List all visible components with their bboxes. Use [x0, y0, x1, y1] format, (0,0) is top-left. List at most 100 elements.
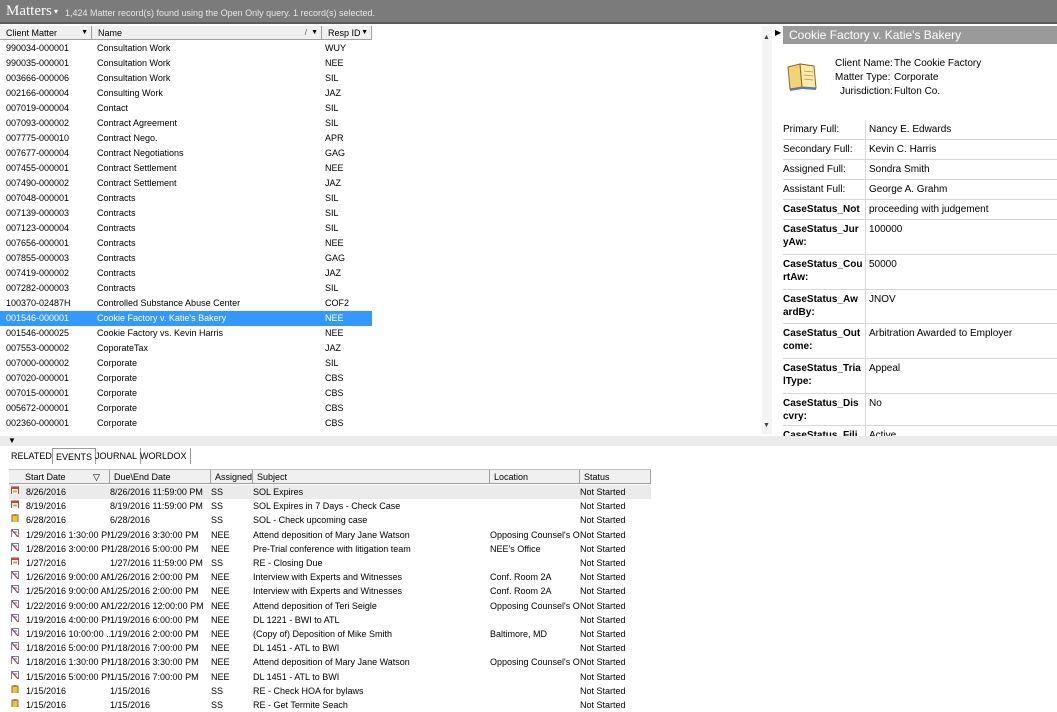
column-header-resp-id[interactable]: Resp ID ▼ [322, 26, 372, 40]
scroll-down-icon[interactable]: ▼ [763, 422, 770, 429]
assigned-cell: NEE [211, 600, 230, 611]
client-matter-cell: 007015-000001 [6, 388, 70, 398]
column-header-client-matter[interactable]: Client Matter ▼ [0, 26, 92, 40]
event-row[interactable]: 8/19/2016 8/19/2016 11:59:00 PM SS SOL Expi… [9, 499, 651, 513]
table-row[interactable]: 002360-000001 Corporate CBS [0, 416, 372, 431]
event-row[interactable]: 1/15/2016 1/15/2016 SS RE - Get Termite Sea… [9, 698, 651, 712]
table-row[interactable]: 003666-000006 Consultation Work SIL [0, 71, 372, 86]
location-cell: Conf. Room 2A [490, 586, 552, 597]
column-label: Client Matter [6, 28, 58, 38]
table-row[interactable]: 001546-000001 Cookie Factory v. Katie's B… [0, 311, 372, 326]
field-value[interactable]: Appeal [869, 359, 900, 375]
filter-dropdown-icon[interactable]: ▼ [311, 26, 318, 40]
event-row[interactable]: 1/22/2016 9:00:00 AM 1/22/2016 12:00:00 P… [9, 599, 651, 613]
status-cell: Not Started [580, 629, 626, 639]
table-row[interactable]: 007048-000001 Contracts SIL [0, 191, 372, 206]
event-row[interactable]: 1/15/2016 5:00:00 PM 1/15/2016 7:00:00 PM… [9, 670, 651, 684]
event-row[interactable]: 1/29/2016 1:30:00 PM 1/29/2016 3:30:00 PM… [9, 528, 651, 542]
event-row[interactable]: 1/18/2016 1:30:00 PM 1/18/2016 3:30:00 PM… [9, 655, 651, 669]
status-cell: Not Started [580, 657, 626, 668]
field-value[interactable]: Kevin C. Harris [869, 140, 936, 156]
table-row[interactable]: 007015-000001 Corporate CBS [0, 386, 372, 401]
field-value[interactable]: proceeding with judgement [869, 200, 989, 216]
column-header-due-end-date[interactable]: Due\End Date [110, 470, 211, 484]
table-row[interactable]: 007093-000002 Contract Agreement SIL [0, 116, 372, 131]
event-row[interactable]: 1/26/2016 9:00:00 AM 1/26/2016 2:00:00 PM… [9, 570, 651, 584]
table-row[interactable]: 007490-000002 Contract Settlement JAZ [0, 176, 372, 191]
filter-dropdown-icon[interactable]: ▼ [361, 26, 368, 40]
chevron-down-icon[interactable]: ▾ [54, 7, 58, 16]
field-value[interactable]: Sondra Smith [869, 160, 930, 176]
table-row[interactable]: 007000-000002 Corporate SIL [0, 356, 372, 371]
column-header-assigned[interactable]: Assigned... [211, 470, 253, 484]
table-row[interactable]: 007123-000004 Contracts SIL [0, 221, 372, 236]
tab-worldox[interactable]: WORLDOX [137, 448, 191, 464]
table-row[interactable]: 007553-000002 CoporateTax JAZ [0, 341, 372, 356]
table-row[interactable]: 007455-000001 Contract Settlement NEE [0, 161, 372, 176]
event-row[interactable]: 1/15/2016 1/15/2016 SS RE - Check HOA for b… [9, 684, 651, 698]
field-value[interactable]: No [869, 394, 882, 410]
event-row[interactable]: 1/19/2016 10:00:00 ... 1/19/2016 2:00:00 … [9, 627, 651, 641]
tab-related[interactable]: RELATED [8, 448, 56, 464]
table-row[interactable]: 990034-000001 Consultation Work WUY [0, 41, 372, 56]
table-row[interactable]: 005672-000001 Corporate CBS [0, 401, 372, 416]
table-row[interactable]: 007139-000003 Contracts SIL [0, 206, 372, 221]
resp-id-cell: JAZ [325, 343, 342, 353]
location-cell: Opposing Counsel's Offi... [490, 600, 580, 611]
detail-field-row: Primary Full: Nancy E. Edwards [783, 120, 1057, 140]
column-header-location[interactable]: Location [490, 470, 580, 484]
field-value[interactable]: Active [869, 426, 896, 436]
field-value[interactable]: George A. Grahm [869, 180, 947, 196]
table-row[interactable]: 007677-000004 Contract Negotiations GAG [0, 146, 372, 161]
event-row[interactable]: 6/28/2016 6/28/2016 SS SOL - Check upcoming… [9, 513, 651, 527]
grid-scrollbar[interactable]: ▲ ▼ [762, 26, 772, 434]
field-value[interactable]: 100000 [869, 220, 902, 236]
collapse-arrow-icon[interactable]: ▼ [8, 436, 16, 445]
table-row[interactable]: 990035-000001 Consultation Work NEE [0, 56, 372, 71]
resp-id-cell: JAZ [325, 178, 342, 188]
panel-expand-icon[interactable]: ▶ [775, 28, 781, 37]
table-row[interactable]: 007419-000002 Contracts JAZ [0, 266, 372, 281]
client-matter-cell: 007455-000001 [6, 163, 70, 173]
event-row[interactable]: 8/26/2016 8/26/2016 11:59:00 PM SS SOL Expi… [9, 485, 651, 499]
field-value[interactable]: JNOV [869, 290, 896, 306]
field-value[interactable]: Nancy E. Edwards [869, 120, 951, 136]
filter-dropdown-icon[interactable]: ▼ [81, 26, 88, 40]
table-row[interactable]: 001546-000025 Cookie Factory vs. Kevin Ha… [0, 326, 372, 341]
status-cell: Not Started [580, 543, 626, 554]
table-row[interactable]: 007775-000010 Contract Nego. APR [0, 131, 372, 146]
field-label: CaseStatus_Cou rtAw: [783, 255, 866, 289]
column-header-status[interactable]: Status [580, 470, 651, 484]
matter-name-cell: Consultation Work [97, 58, 171, 68]
tab-journal[interactable]: JOURNAL [92, 448, 142, 464]
field-label: CaseStatus_Dis cvry: [783, 394, 866, 425]
event-row[interactable]: 1/27/2016 1/27/2016 11:59:00 PM SS RE - Clo… [9, 556, 651, 570]
event-row[interactable]: 1/19/2016 4:00:00 PM 1/19/2016 6:00:00 PM… [9, 613, 651, 627]
client-matter-cell: 007775-000010 [6, 133, 70, 143]
table-row[interactable]: 002166-000004 Consulting Work JAZ [0, 86, 372, 101]
detail-field-row: CaseStatus_Cou rtAw: 50000 [783, 255, 1057, 290]
scroll-up-icon[interactable]: ▲ [763, 34, 770, 41]
event-row[interactable]: 1/25/2016 9:00:00 AM 1/25/2016 2:00:00 PM… [9, 584, 651, 598]
table-row[interactable]: 007855-000003 Contracts GAG [0, 251, 372, 266]
event-row[interactable]: 1/18/2016 5:00:00 PM 1/18/2016 7:00:00 PM… [9, 641, 651, 655]
table-row[interactable]: 007656-000001 Contracts NEE [0, 236, 372, 251]
tab-events[interactable]: EVENTS [52, 448, 97, 464]
jurisdiction-value: Fulton Co. [894, 86, 941, 97]
table-row[interactable]: 100370-02487H Controlled Substance Abuse … [0, 296, 372, 311]
client-matter-cell: 990034-000001 [6, 43, 70, 53]
due-end-date-cell: 1/15/2016 7:00:00 PM [110, 671, 199, 682]
table-row[interactable]: 007020-000001 Corporate CBS [0, 371, 372, 386]
event-row[interactable]: 1/28/2016 3:00:00 PM 1/28/2016 5:00:00 PM… [9, 542, 651, 556]
table-row[interactable]: 007019-000004 Contact SIL [0, 101, 372, 116]
column-header-name[interactable]: Name / ▼ [92, 26, 322, 40]
column-header-subject[interactable]: Subject [253, 470, 490, 484]
assigned-cell: SS [211, 685, 224, 696]
field-value[interactable]: 50000 [869, 255, 897, 271]
client-matter-cell: 100370-02487H [6, 298, 71, 308]
column-header-start-date[interactable]: Start Date ▽ [21, 470, 110, 484]
matter-name-cell: Contract Settlement [97, 163, 177, 173]
table-row[interactable]: 007282-000003 Contracts SIL [0, 281, 372, 296]
panel-splitter[interactable]: ▼ [0, 436, 1057, 446]
field-value[interactable]: Arbitration Awarded to Employer [869, 324, 1012, 340]
